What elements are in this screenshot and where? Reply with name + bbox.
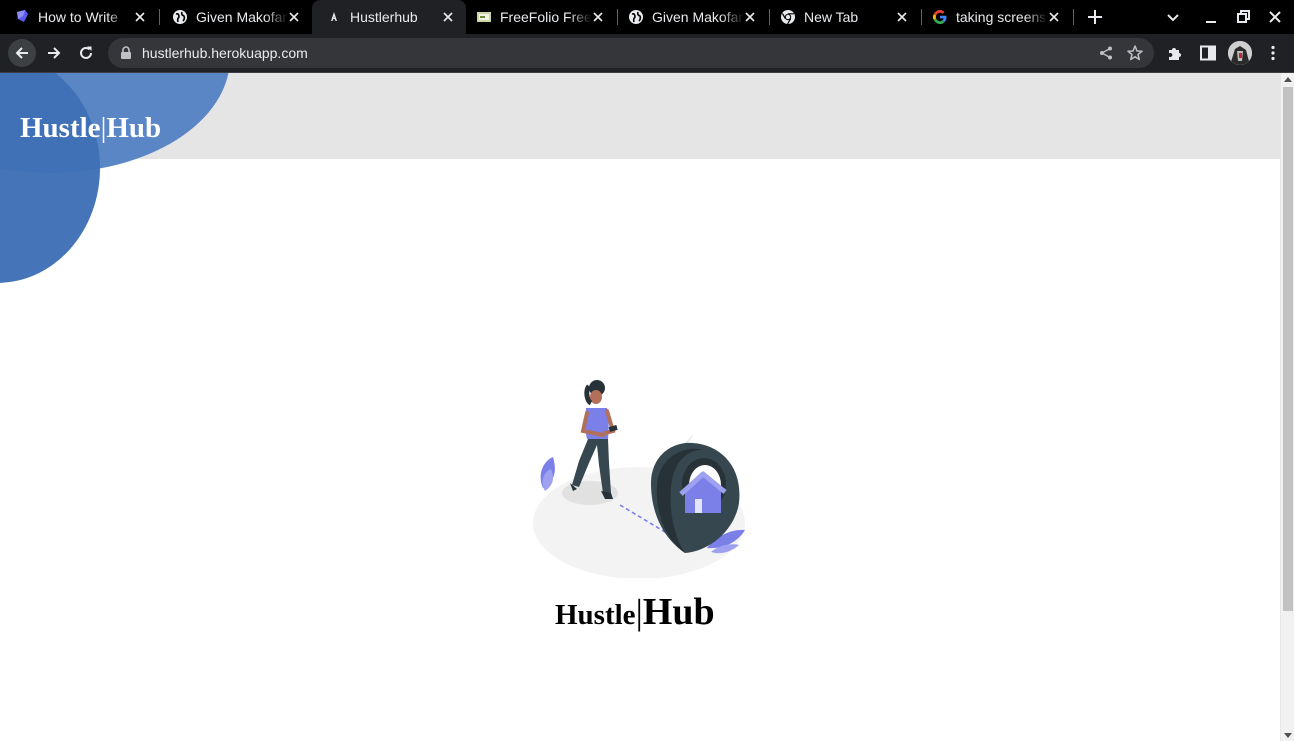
menu-kebab-icon[interactable] xyxy=(1264,44,1282,62)
close-icon[interactable] xyxy=(286,9,302,25)
chrome-icon xyxy=(781,10,795,25)
tab-title: How to Write xyxy=(38,9,118,25)
profile-avatar[interactable] xyxy=(1228,41,1252,65)
close-icon[interactable] xyxy=(1046,9,1062,25)
page-viewport: Hustle|Hub Hustle|Hub xyxy=(0,73,1280,741)
tab-hustlerhub[interactable]: Hustlerhub xyxy=(312,0,466,34)
tab-title: Hustlerhub xyxy=(350,9,418,25)
tab-strip: How to Write Given Makofane Hustlerhub F… xyxy=(0,0,1294,34)
tab-how-to-write[interactable]: How to Write xyxy=(0,0,158,34)
globe-icon xyxy=(629,10,643,24)
logo-text-right: Hub xyxy=(106,112,162,144)
tab-title: taking screenshot xyxy=(956,9,1048,25)
address-bar[interactable]: hustlerhub.herokuapp.com xyxy=(108,38,1154,68)
vertical-scrollbar[interactable] xyxy=(1280,73,1294,741)
scroll-up-arrow-icon[interactable] xyxy=(1284,77,1292,82)
lock-icon[interactable] xyxy=(120,46,132,60)
forward-button[interactable] xyxy=(40,39,68,67)
tab-search-chevron-down-icon[interactable] xyxy=(1161,5,1185,29)
tab-freefolio[interactable]: FreeFolio Free xyxy=(462,0,616,34)
back-button[interactable] xyxy=(8,39,36,67)
tab-separator xyxy=(1073,9,1074,25)
browser-toolbar: hustlerhub.herokuapp.com xyxy=(0,34,1294,72)
window-close-icon[interactable] xyxy=(1263,5,1287,29)
hero-title-separator: | xyxy=(635,592,643,632)
hashnode-icon xyxy=(17,10,28,22)
scrollbar-thumb[interactable] xyxy=(1283,87,1293,611)
close-icon[interactable] xyxy=(590,9,606,25)
side-panel-icon[interactable] xyxy=(1199,44,1217,62)
close-icon[interactable] xyxy=(742,9,758,25)
tab-new-tab[interactable]: New Tab xyxy=(766,0,920,34)
url-text[interactable]: hustlerhub.herokuapp.com xyxy=(142,45,308,61)
arrow-right-icon xyxy=(48,47,61,59)
tab-title: FreeFolio Free xyxy=(500,9,592,25)
reload-icon xyxy=(80,46,92,59)
tab-given-makofane-2[interactable]: Given Makofane xyxy=(614,0,768,34)
share-icon[interactable] xyxy=(1098,45,1114,61)
tab-taking-screenshot[interactable]: taking screenshot xyxy=(918,0,1072,34)
restore-icon[interactable] xyxy=(1231,5,1255,29)
angular-icon xyxy=(328,10,340,24)
close-icon[interactable] xyxy=(440,9,456,25)
hero-title: Hustle|Hub xyxy=(555,590,735,634)
bookmark-star-icon[interactable] xyxy=(1126,44,1144,62)
google-icon xyxy=(933,10,947,24)
image-favicon-icon xyxy=(477,12,491,22)
arrow-left-icon xyxy=(15,47,28,59)
avatar-icon xyxy=(1228,41,1252,65)
person-face xyxy=(590,390,602,404)
hero-title-right: Hub xyxy=(642,591,715,633)
close-icon[interactable] xyxy=(132,9,148,25)
tab-given-makofane[interactable]: Given Makofane xyxy=(158,0,312,34)
extensions-puzzle-icon[interactable] xyxy=(1166,44,1184,62)
location-pin-illustration xyxy=(533,380,745,578)
tab-title: Given Makofane xyxy=(196,9,288,25)
reload-button[interactable] xyxy=(72,39,100,67)
hero-title-left: Hustle xyxy=(555,599,636,631)
minimize-icon[interactable] xyxy=(1199,5,1223,29)
globe-icon xyxy=(173,10,187,24)
new-tab-plus-icon[interactable] xyxy=(1083,5,1107,29)
logo-text-left: Hustle xyxy=(20,112,101,144)
close-icon[interactable] xyxy=(894,9,910,25)
site-logo[interactable]: Hustle|Hub xyxy=(20,109,161,147)
tab-title: New Tab xyxy=(804,9,859,25)
scroll-down-arrow-icon[interactable] xyxy=(1284,733,1292,738)
tab-title: Given Makofane xyxy=(652,9,744,25)
